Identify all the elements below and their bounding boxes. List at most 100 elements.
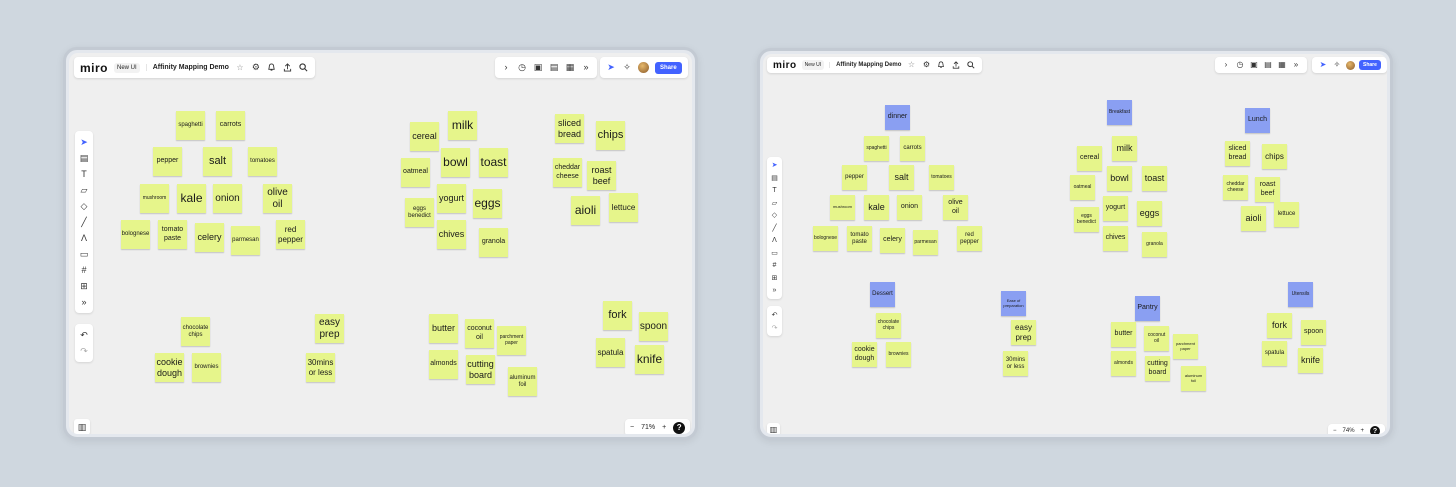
sticky-note[interactable]: parchment paper <box>497 326 526 355</box>
sticky-note[interactable]: olive oil <box>263 184 292 213</box>
frame-grid-tool-icon[interactable]: # <box>768 259 782 272</box>
comment-tool-icon[interactable]: ▭ <box>77 246 91 262</box>
sticky-note[interactable]: aluminum foil <box>1181 366 1206 391</box>
sticky-note[interactable]: knife <box>1298 348 1323 373</box>
sticky-note[interactable]: olive oil <box>943 195 968 220</box>
bell-icon[interactable] <box>267 63 277 73</box>
sticky-note[interactable]: butter <box>1111 322 1136 347</box>
sticky-note[interactable]: eggs benedict <box>1074 207 1099 232</box>
sticky-note[interactable]: chips <box>1262 144 1287 169</box>
sticky-note[interactable]: salt <box>889 165 914 190</box>
sticky-note[interactable]: mushroom <box>140 184 169 213</box>
zoom-level[interactable]: 71% <box>641 424 655 431</box>
help-icon[interactable]: ? <box>1370 426 1381 434</box>
sticky-note[interactable]: tomato paste <box>847 226 872 251</box>
shapes-tool-icon[interactable]: ◇ <box>768 209 782 222</box>
sticky-note[interactable]: roast beef <box>587 161 616 190</box>
sticky-note[interactable]: carrots <box>900 136 925 161</box>
sticky-note[interactable]: parmesan <box>913 230 938 255</box>
sticky-note[interactable]: carrots <box>216 111 245 140</box>
present-icon[interactable]: ▣ <box>1249 60 1259 70</box>
sticky-note[interactable]: eggs benedict <box>405 198 434 227</box>
text-tool-icon[interactable]: T <box>77 166 91 182</box>
timer-icon[interactable]: ◷ <box>517 63 527 73</box>
sticky-note[interactable]: milk <box>1112 136 1137 161</box>
sticky-note[interactable]: oatmeal <box>401 158 430 187</box>
sticky-note[interactable]: spoon <box>1301 320 1326 345</box>
sticky-note[interactable]: cheddar cheese <box>1223 175 1248 200</box>
category-header-dessert[interactable]: Dessert <box>870 282 895 307</box>
category-header-breakfast[interactable]: Breakfast <box>1107 100 1132 125</box>
sticky-note[interactable]: cutting board <box>466 355 495 384</box>
more-tools-icon[interactable]: » <box>768 284 782 297</box>
sticky-note[interactable]: cereal <box>1077 146 1102 171</box>
sticky-note[interactable]: cutting board <box>1145 356 1170 381</box>
select-tool-icon[interactable]: ➤ <box>768 159 782 172</box>
sticky-note[interactable]: 30mins or less <box>306 353 335 382</box>
sticky-note[interactable]: fork <box>603 301 632 330</box>
highlighter-tool-icon[interactable]: Λ <box>768 234 782 247</box>
category-header-ease-of-preparation[interactable]: Ease of preparation <box>1001 291 1026 316</box>
chevron-right-icon[interactable]: › <box>501 63 511 73</box>
sticky-note[interactable]: granola <box>1142 232 1167 257</box>
select-tool-icon[interactable]: ➤ <box>77 134 91 150</box>
sticky-note[interactable]: roast beef <box>1255 177 1280 202</box>
avatar[interactable] <box>1346 60 1355 70</box>
comment-icon[interactable]: ▤ <box>1263 60 1273 70</box>
sticky-note-tool-icon[interactable]: ▱ <box>768 197 782 210</box>
help-icon[interactable]: ? <box>673 421 686 434</box>
sticky-note[interactable]: sliced bread <box>1225 141 1250 166</box>
sticky-note[interactable]: mushroom <box>830 195 855 220</box>
sticky-note[interactable]: brownies <box>886 342 911 367</box>
cursor-icon[interactable]: ➤ <box>1318 60 1328 70</box>
share-button[interactable]: Share <box>655 61 682 74</box>
zoom-level[interactable]: 74% <box>1343 428 1355 434</box>
upload-icon[interactable] <box>951 60 961 70</box>
board-canvas[interactable]: miro New UI Affinity Mapping Demo ☆ ⚙ › … <box>763 54 1387 434</box>
sticky-note[interactable]: almonds <box>1111 351 1136 376</box>
zoom-out-icon[interactable]: − <box>1333 428 1337 434</box>
shapes-tool-icon[interactable]: ◇ <box>77 198 91 214</box>
bell-icon[interactable] <box>936 60 946 70</box>
search-icon[interactable] <box>299 63 309 73</box>
sticky-note[interactable]: coconut oil <box>1144 326 1169 351</box>
sticky-note[interactable]: toast <box>1142 166 1167 191</box>
sticky-note[interactable]: coconut oil <box>465 319 494 348</box>
sticky-note[interactable]: celery <box>880 228 905 253</box>
sticky-note[interactable]: oatmeal <box>1070 175 1095 200</box>
redo-icon[interactable]: ↷ <box>768 321 782 334</box>
highlighter-tool-icon[interactable]: Λ <box>77 230 91 246</box>
upload-icon[interactable] <box>283 63 293 73</box>
sticky-note[interactable]: bowl <box>1107 166 1132 191</box>
miro-logo[interactable]: miro <box>80 61 108 75</box>
text-tool-icon[interactable]: T <box>768 184 782 197</box>
sticky-note[interactable]: salt <box>203 147 232 176</box>
board-title[interactable]: Affinity Mapping Demo <box>145 64 229 71</box>
category-header-pantry[interactable]: Pantry <box>1135 296 1160 321</box>
undo-icon[interactable]: ↶ <box>768 308 782 321</box>
sticky-note[interactable]: milk <box>448 111 477 140</box>
avatar[interactable] <box>638 62 649 73</box>
sticky-note[interactable]: spatula <box>1262 341 1287 366</box>
frame-grid-tool-icon[interactable]: # <box>77 262 91 278</box>
more-icon[interactable]: » <box>1291 60 1301 70</box>
sticky-note[interactable]: pepper <box>153 147 182 176</box>
panel-icon[interactable]: ▥ <box>74 419 90 434</box>
sticky-note[interactable]: lettuce <box>1274 202 1299 227</box>
sticky-note[interactable]: spoon <box>639 312 668 341</box>
sticky-note[interactable]: cookie dough <box>155 353 184 382</box>
frame-tool-icon[interactable]: ▤ <box>768 172 782 185</box>
sticky-note[interactable]: yogurt <box>437 184 466 213</box>
sticky-note[interactable]: onion <box>213 184 242 213</box>
sticky-note[interactable]: aioli <box>571 196 600 225</box>
sticky-note[interactable]: chives <box>437 220 466 249</box>
sticky-note[interactable]: granola <box>479 228 508 257</box>
zoom-in-icon[interactable]: + <box>662 424 666 431</box>
sticky-note[interactable]: spatula <box>596 338 625 367</box>
present-icon[interactable]: ▣ <box>533 63 543 73</box>
sticky-note[interactable]: cereal <box>410 122 439 151</box>
sticky-note[interactable]: chocolate chips <box>876 313 901 338</box>
notes-icon[interactable]: ▦ <box>1277 60 1287 70</box>
sticky-note[interactable]: sliced bread <box>555 114 584 143</box>
zoom-in-icon[interactable]: + <box>1361 428 1365 434</box>
